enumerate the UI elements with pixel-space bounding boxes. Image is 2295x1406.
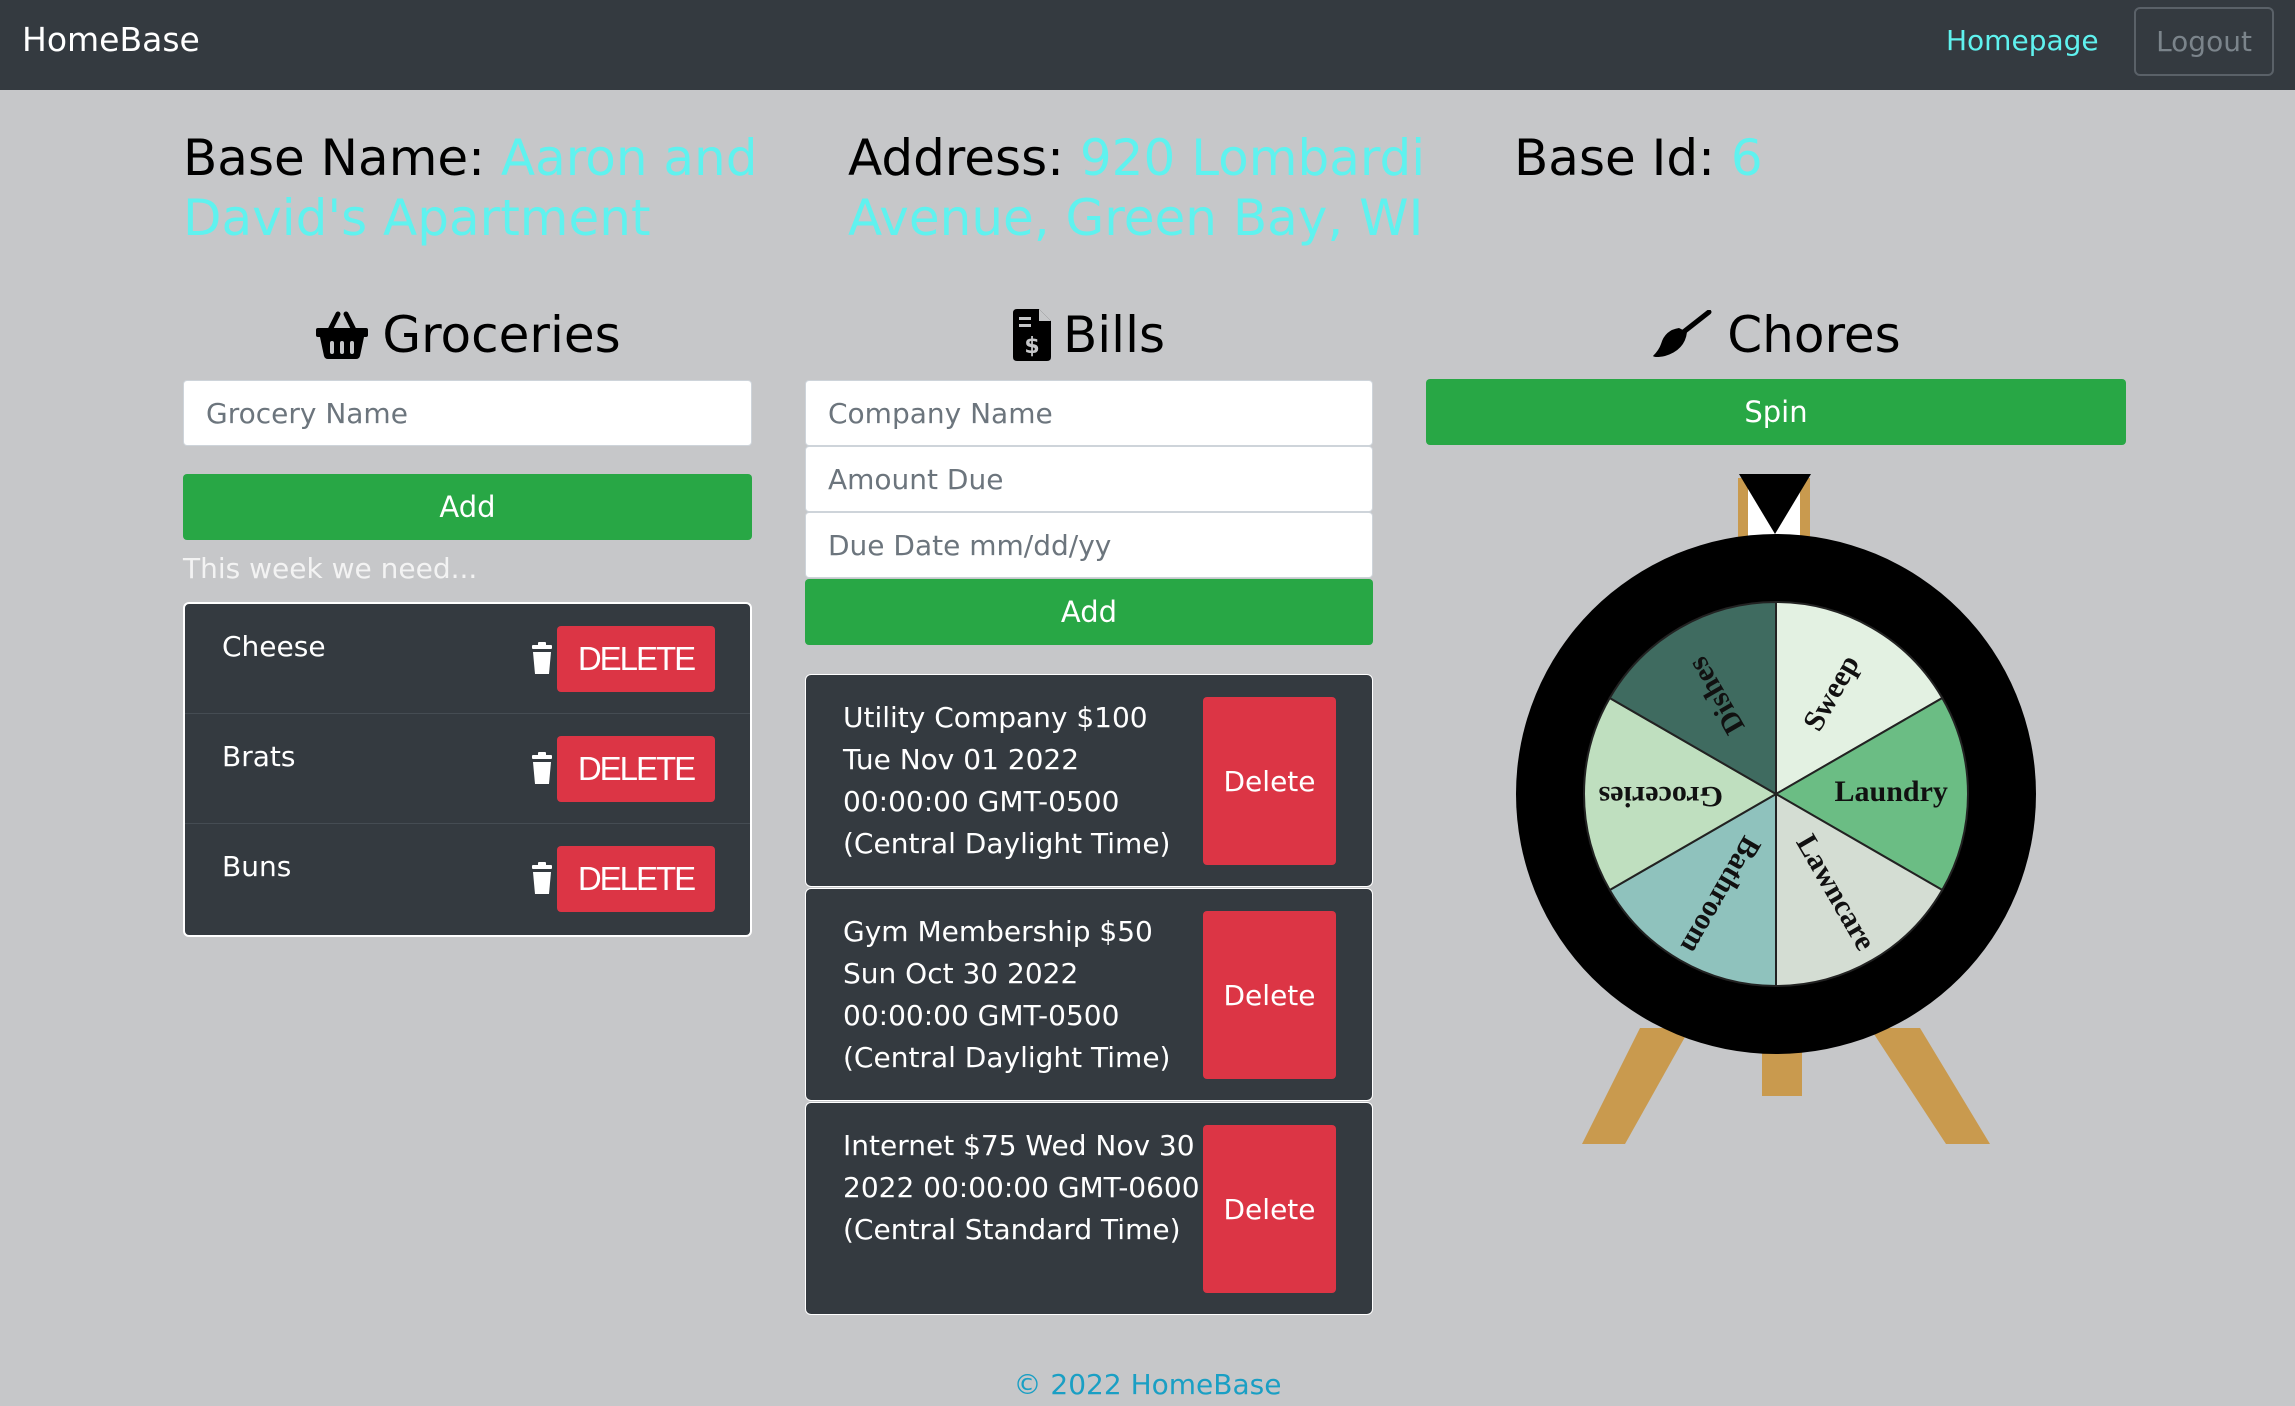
- grocery-hint: This week we need...: [183, 552, 478, 585]
- spin-button[interactable]: Spin: [1426, 379, 2126, 445]
- chores-title: Chores: [1727, 306, 1901, 364]
- grocery-item-name: Buns: [222, 850, 292, 883]
- bills-title: Bills: [1062, 306, 1166, 364]
- trash-icon[interactable]: [525, 862, 559, 896]
- bill-details: Internet $75 Wed Nov 30 2022 00:00:00 GM…: [843, 1129, 1200, 1246]
- wheel-segments: SweepLaundryLawncareBathroomGroceriesDis…: [1583, 600, 1969, 988]
- grocery-list: Cheese DELETE Brats DELETE Buns DELETE: [183, 602, 752, 937]
- brand-logo[interactable]: HomeBase: [22, 20, 200, 59]
- chore-wheel-graphic: SweepLaundryLawncareBathroomGroceriesDis…: [1516, 474, 2036, 1144]
- base-id-label: Base Id:: [1514, 129, 1715, 187]
- bill-details: Utility Company $100 Tue Nov 01 2022 00:…: [843, 701, 1171, 860]
- base-id-heading: Base Id: 6: [1514, 128, 2094, 188]
- bills-heading: $ Bills: [805, 300, 1373, 370]
- bill-details: Gym Membership $50 Sun Oct 30 2022 00:00…: [843, 915, 1171, 1074]
- delete-grocery-button[interactable]: DELETE: [557, 736, 715, 802]
- grocery-name-input[interactable]: [183, 380, 752, 446]
- grocery-item-name: Cheese: [222, 630, 326, 663]
- delete-bill-button[interactable]: Delete: [1203, 911, 1336, 1079]
- company-name-input[interactable]: [805, 380, 1373, 446]
- trash-icon[interactable]: [525, 642, 559, 676]
- stand-leg-right: [1870, 1028, 1990, 1144]
- delete-grocery-button[interactable]: DELETE: [557, 626, 715, 692]
- wheel-segment-label: Laundry: [1835, 775, 1948, 808]
- address-heading: Address: 920 Lombardi Avenue, Green Bay,…: [848, 128, 1428, 248]
- bill-item: Utility Company $100 Tue Nov 01 2022 00:…: [805, 674, 1373, 887]
- list-item: Brats DELETE: [185, 714, 750, 824]
- trash-icon[interactable]: [525, 752, 559, 786]
- logout-button[interactable]: Logout: [2134, 7, 2274, 76]
- base-name-label: Base Name:: [183, 129, 486, 187]
- base-id-value: 6: [1730, 129, 1763, 187]
- svg-text:$: $: [1024, 334, 1039, 359]
- list-item: Cheese DELETE: [185, 604, 750, 714]
- homepage-link[interactable]: Homepage: [1946, 24, 2099, 57]
- navbar: HomeBase Homepage Logout: [0, 0, 2295, 90]
- add-bill-button[interactable]: Add: [805, 579, 1373, 645]
- bill-item: Gym Membership $50 Sun Oct 30 2022 00:00…: [805, 888, 1373, 1101]
- due-date-input[interactable]: [805, 512, 1373, 578]
- base-name-heading: Base Name: Aaron and David's Apartment: [183, 128, 763, 248]
- broom-icon: [1653, 310, 1712, 357]
- bill-item: Internet $75 Wed Nov 30 2022 00:00:00 GM…: [805, 1102, 1373, 1315]
- address-label: Address:: [848, 129, 1064, 187]
- grocery-item-name: Brats: [222, 740, 296, 773]
- groceries-heading: Groceries: [183, 300, 752, 370]
- invoice-dollar-icon: $: [1012, 309, 1051, 361]
- delete-bill-button[interactable]: Delete: [1203, 1125, 1336, 1293]
- stand-leg-left: [1582, 1028, 1690, 1144]
- add-grocery-button[interactable]: Add: [183, 474, 752, 540]
- wheel-segment-label: Groceries: [1599, 780, 1723, 813]
- basket-icon: [316, 311, 369, 359]
- groceries-title: Groceries: [382, 306, 621, 364]
- chores-heading: Chores: [1426, 300, 2126, 370]
- list-item: Buns DELETE: [185, 824, 750, 934]
- amount-due-input[interactable]: [805, 446, 1373, 512]
- chore-wheel[interactable]: Sweep Laundry Lawncare Bathroom Groceries Dis…: [1500, 468, 2060, 1148]
- delete-grocery-button[interactable]: DELETE: [557, 846, 715, 912]
- delete-bill-button[interactable]: Delete: [1203, 697, 1336, 865]
- footer-copyright: © 2022 HomeBase: [1013, 1368, 1282, 1401]
